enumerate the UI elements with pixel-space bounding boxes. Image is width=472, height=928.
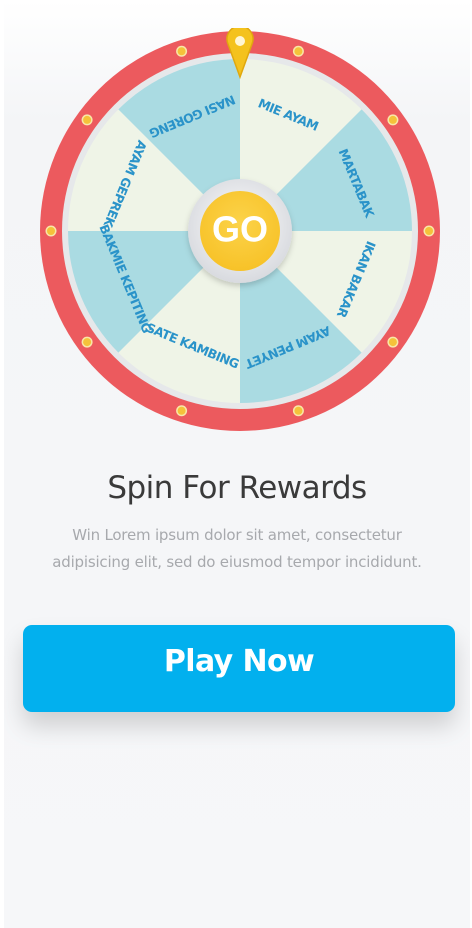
- wheel-bulb: [47, 227, 55, 235]
- prize-wheel[interactable]: MIE AYAM MARTABAK IKAN BAKAR AYAM PENYET SAT…: [38, 28, 442, 438]
- wheel-bulb: [388, 115, 397, 124]
- wheel-bulb: [177, 47, 186, 56]
- wheel-bulb: [177, 406, 186, 415]
- page-description: Win Lorem ipsum dolor sit amet, consecte…: [52, 526, 422, 571]
- wheel-bulb: [388, 338, 397, 347]
- wheel-bulb: [294, 406, 303, 415]
- go-label[interactable]: GO: [212, 209, 268, 250]
- screen: MIE AYAM MARTABAK IKAN BAKAR AYAM PENYET SAT…: [4, 0, 470, 928]
- prize-wheel-graphic: MIE AYAMMARTABAKIKAN BAKARAYAM PENYETSAT…: [40, 28, 440, 431]
- wheel-bulb: [83, 115, 92, 124]
- page-title: Spin For Rewards: [107, 470, 367, 506]
- wheel-bulb: [83, 338, 92, 347]
- wheel-bulb: [294, 47, 303, 56]
- play-now-button[interactable]: Play Now: [23, 625, 455, 712]
- wheel-bulb: [425, 227, 433, 235]
